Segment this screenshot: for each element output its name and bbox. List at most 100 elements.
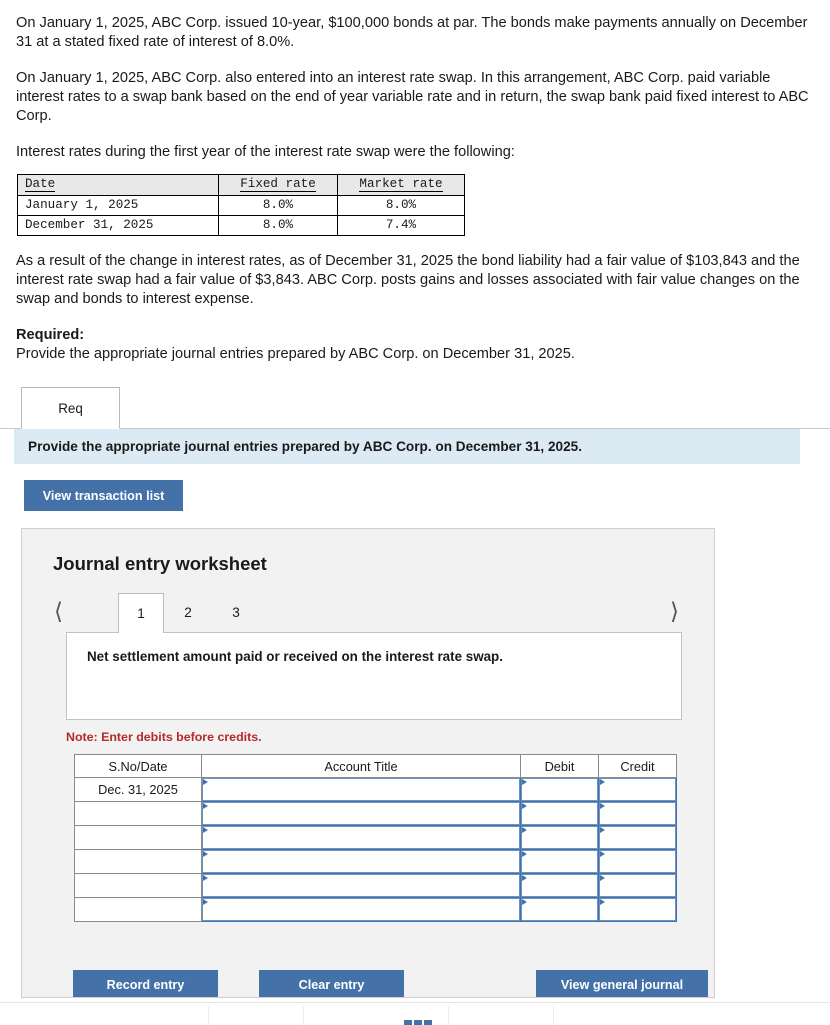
journal-account-input[interactable] (201, 849, 521, 874)
chevron-left-icon[interactable]: ⟨ (54, 599, 63, 625)
journal-debit-input[interactable] (520, 801, 599, 826)
worksheet-page-2[interactable]: 2 (172, 593, 204, 632)
toolbar-divider (208, 1006, 209, 1025)
required-label: Required: (16, 327, 85, 343)
problem-paragraph-4: As a result of the change in interest ra… (16, 253, 800, 307)
dropdown-triangle-icon (600, 827, 605, 833)
dropdown-triangle-icon (522, 779, 527, 785)
journal-entry-row (74, 873, 677, 898)
journal-account-input[interactable] (201, 801, 521, 826)
column-header-sno-date: S.No/Date (74, 754, 202, 778)
transaction-description-text: Net settlement amount paid or received o… (87, 649, 503, 664)
problem-paragraph-1: On January 1, 2025, ABC Corp. issued 10-… (16, 15, 808, 50)
worksheet-action-buttons: Record entry Clear entry View general jo… (22, 970, 714, 997)
journal-account-input[interactable] (201, 777, 521, 802)
journal-credit-input[interactable] (598, 849, 677, 874)
worksheet-page-3[interactable]: 3 (220, 593, 252, 632)
debits-before-credits-note: Note: Enter debits before credits. (66, 730, 262, 744)
journal-date-cell[interactable] (74, 801, 202, 826)
dropdown-triangle-icon (600, 899, 605, 905)
toolbar-divider (303, 1006, 304, 1025)
dropdown-triangle-icon (600, 851, 605, 857)
worksheet-page-3-label: 3 (232, 605, 240, 620)
journal-entry-worksheet-panel: Journal entry worksheet ⟨ 1 2 3 ⟩ Net se… (21, 528, 715, 998)
column-header-account-title: Account Title (201, 754, 521, 778)
dropdown-triangle-icon (600, 779, 605, 785)
tab-req[interactable]: Req (21, 387, 120, 429)
toolbar-divider (553, 1006, 554, 1025)
journal-date-cell[interactable]: Dec. 31, 2025 (74, 777, 202, 802)
tab-req-label: Req (58, 400, 83, 416)
journal-date-cell[interactable] (74, 849, 202, 874)
dropdown-triangle-icon (203, 875, 208, 881)
worksheet-pager: ⟨ 1 2 3 ⟩ (22, 593, 714, 633)
problem-paragraph-3: Interest rates during the first year of … (16, 144, 515, 160)
cell-fixed-rate: 8.0% (218, 215, 338, 236)
worksheet-title: Journal entry worksheet (53, 553, 267, 574)
toolbar-indicator-icon (424, 1020, 432, 1025)
tab-strip-rule (0, 428, 830, 429)
journal-date-cell[interactable] (74, 897, 202, 922)
journal-entry-row (74, 825, 677, 850)
view-transaction-list-container: View transaction list (0, 464, 830, 511)
journal-entry-table-container: S.No/Date Account Title Debit Credit Dec… (74, 754, 714, 922)
journal-entry-row: Dec. 31, 2025 (74, 777, 677, 802)
cell-fixed-rate: 8.0% (218, 195, 338, 216)
column-header-debit: Debit (520, 754, 599, 778)
interest-rate-table: Date Fixed rate Market rate January 1, 2… (17, 174, 465, 236)
journal-credit-input[interactable] (598, 897, 677, 922)
dropdown-triangle-icon (522, 851, 527, 857)
tab-strip: Req (0, 386, 830, 429)
problem-paragraph-2: On January 1, 2025, ABC Corp. also enter… (16, 70, 809, 124)
journal-credit-input[interactable] (598, 873, 677, 898)
journal-entry-table: S.No/Date Account Title Debit Credit Dec… (74, 754, 677, 922)
journal-entry-row (74, 897, 677, 922)
journal-date-cell[interactable] (74, 873, 202, 898)
table-header-row: Date Fixed rate Market rate (17, 174, 465, 196)
journal-credit-input[interactable] (598, 825, 677, 850)
journal-credit-input[interactable] (598, 801, 677, 826)
journal-entry-row (74, 849, 677, 874)
journal-debit-input[interactable] (520, 825, 599, 850)
bottom-toolbar (0, 1002, 830, 1025)
toolbar-indicator-icon (414, 1020, 422, 1025)
worksheet-page-1[interactable]: 1 (118, 593, 164, 633)
dropdown-triangle-icon (522, 803, 527, 809)
problem-statement: On January 1, 2025, ABC Corp. issued 10-… (0, 0, 830, 364)
journal-account-input[interactable] (201, 873, 521, 898)
journal-table-header-row: S.No/Date Account Title Debit Credit (74, 754, 677, 778)
dropdown-triangle-icon (203, 827, 208, 833)
dropdown-triangle-icon (522, 875, 527, 881)
dropdown-triangle-icon (203, 803, 208, 809)
dropdown-triangle-icon (203, 851, 208, 857)
chevron-right-icon[interactable]: ⟩ (670, 599, 679, 625)
clear-entry-button[interactable]: Clear entry (259, 970, 404, 997)
column-header-market-rate: Market rate (337, 174, 465, 196)
cell-date: January 1, 2025 (17, 195, 219, 216)
dropdown-triangle-icon (203, 899, 208, 905)
journal-credit-input[interactable] (598, 777, 677, 802)
view-transaction-list-button[interactable]: View transaction list (24, 480, 183, 511)
dropdown-triangle-icon (600, 803, 605, 809)
journal-account-input[interactable] (201, 825, 521, 850)
journal-debit-input[interactable] (520, 849, 599, 874)
journal-debit-input[interactable] (520, 873, 599, 898)
worksheet-page-1-label: 1 (137, 606, 145, 621)
cell-market-rate: 8.0% (337, 195, 465, 216)
journal-date-cell[interactable] (74, 825, 202, 850)
instruction-banner: Provide the appropriate journal entries … (14, 429, 800, 464)
column-header-credit: Credit (598, 754, 677, 778)
record-entry-button[interactable]: Record entry (73, 970, 218, 997)
transaction-description-box: Net settlement amount paid or received o… (66, 632, 682, 720)
dropdown-triangle-icon (203, 779, 208, 785)
dropdown-triangle-icon (600, 875, 605, 881)
journal-account-input[interactable] (201, 897, 521, 922)
journal-debit-input[interactable] (520, 777, 599, 802)
toolbar-indicator-icon (404, 1020, 412, 1025)
view-general-journal-button[interactable]: View general journal (536, 970, 708, 997)
journal-debit-input[interactable] (520, 897, 599, 922)
cell-date: December 31, 2025 (17, 215, 219, 236)
column-header-fixed-rate: Fixed rate (218, 174, 338, 196)
column-header-date: Date (17, 174, 219, 196)
dropdown-triangle-icon (522, 827, 527, 833)
